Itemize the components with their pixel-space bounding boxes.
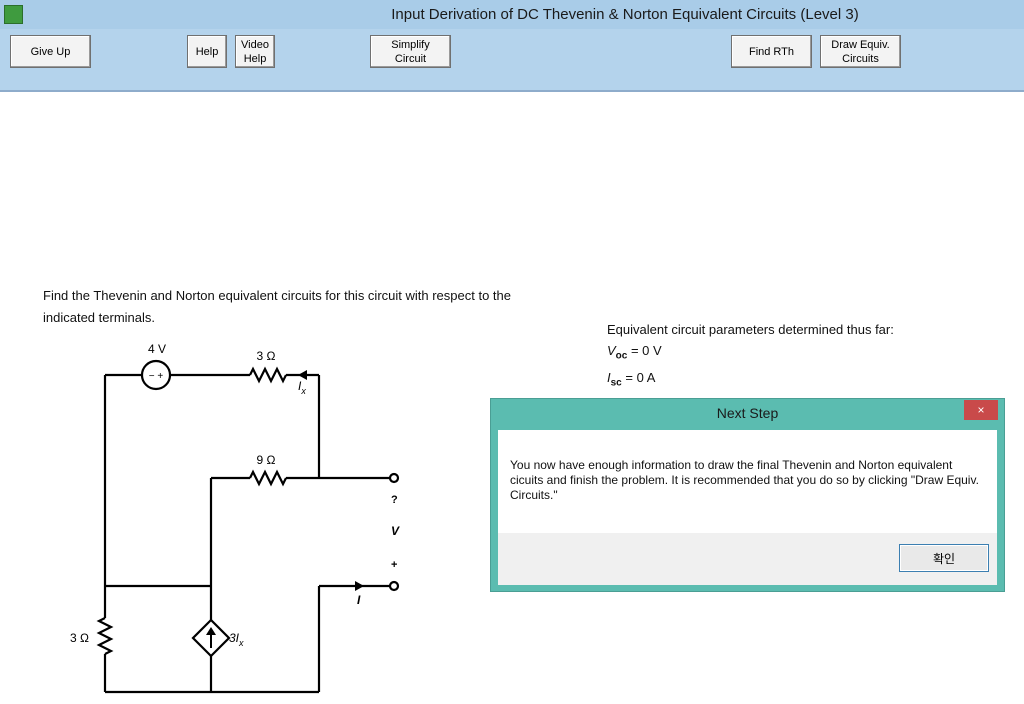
dialog-body: You now have enough information to draw … bbox=[498, 430, 997, 585]
isc-value: = 0 A bbox=[621, 369, 656, 385]
dialog-message-area: You now have enough information to draw … bbox=[498, 430, 997, 533]
toolbar: Give Up Help Video Help Simplify Circuit… bbox=[0, 29, 1024, 92]
isc-subscript: sc bbox=[610, 377, 622, 389]
window-title: Input Derivation of DC Thevenin & Norton… bbox=[391, 6, 859, 23]
voc-subscript: oc bbox=[615, 350, 628, 362]
give-up-button[interactable]: Give Up bbox=[10, 35, 91, 68]
draw-equiv-circuits-button[interactable]: Draw Equiv. Circuits bbox=[820, 35, 901, 68]
find-rth-button[interactable]: Find RTh bbox=[731, 35, 812, 68]
voc-symbol: V bbox=[607, 343, 616, 358]
v-minus-label: ? bbox=[391, 494, 398, 506]
dialog-title: Next Step bbox=[716, 405, 779, 421]
help-button[interactable]: Help bbox=[187, 35, 227, 68]
dep-source-label: 3Ix bbox=[229, 631, 244, 648]
video-help-button[interactable]: Video Help bbox=[235, 35, 275, 68]
app-icon bbox=[4, 5, 23, 24]
isc-readout: Isc = 0 A bbox=[607, 367, 894, 394]
dep-arrow-head bbox=[206, 627, 216, 635]
i-arrow bbox=[355, 581, 364, 591]
voc-readout: Voc = 0 V bbox=[607, 340, 894, 367]
r-top-label: 3 Ω bbox=[257, 349, 276, 363]
next-step-dialog: Next Step × You now have enough informat… bbox=[490, 398, 1005, 592]
i-label: I bbox=[357, 593, 361, 607]
terminal-bottom bbox=[388, 580, 400, 592]
v-label: V bbox=[391, 524, 400, 538]
simplify-circuit-button[interactable]: Simplify Circuit bbox=[370, 35, 451, 68]
ok-button[interactable]: 확인 bbox=[899, 544, 989, 572]
params-heading: Equivalent circuit parameters determined… bbox=[607, 322, 894, 337]
params-panel: Equivalent circuit parameters determined… bbox=[607, 319, 894, 393]
dialog-message: You now have enough information to draw … bbox=[510, 458, 979, 502]
r-left-label: 3 Ω bbox=[70, 631, 89, 645]
problem-statement: Find the Thevenin and Norton equivalent … bbox=[43, 288, 511, 325]
terminal-top bbox=[388, 472, 400, 484]
source-label: 4 V bbox=[148, 342, 166, 356]
resistor-left bbox=[96, 617, 114, 655]
ix-subscript: x bbox=[300, 386, 306, 396]
title-bar: Input Derivation of DC Thevenin & Norton… bbox=[0, 0, 1024, 29]
close-icon[interactable]: × bbox=[964, 400, 998, 420]
source-polarity: − + bbox=[149, 371, 164, 382]
voc-value: = 0 V bbox=[627, 343, 662, 358]
circuit-wires bbox=[96, 359, 400, 694]
circuit-diagram: 4 V − + 3 Ω 9 Ω 3 Ω Ix 3Ix ? V + I bbox=[70, 342, 400, 694]
ix-label: Ix bbox=[298, 379, 306, 396]
resistor-top bbox=[249, 366, 287, 384]
r-mid-label: 9 Ω bbox=[257, 453, 276, 467]
v-plus-label: + bbox=[391, 559, 397, 571]
resistor-mid bbox=[249, 469, 287, 487]
dep-subscript: x bbox=[238, 638, 244, 648]
